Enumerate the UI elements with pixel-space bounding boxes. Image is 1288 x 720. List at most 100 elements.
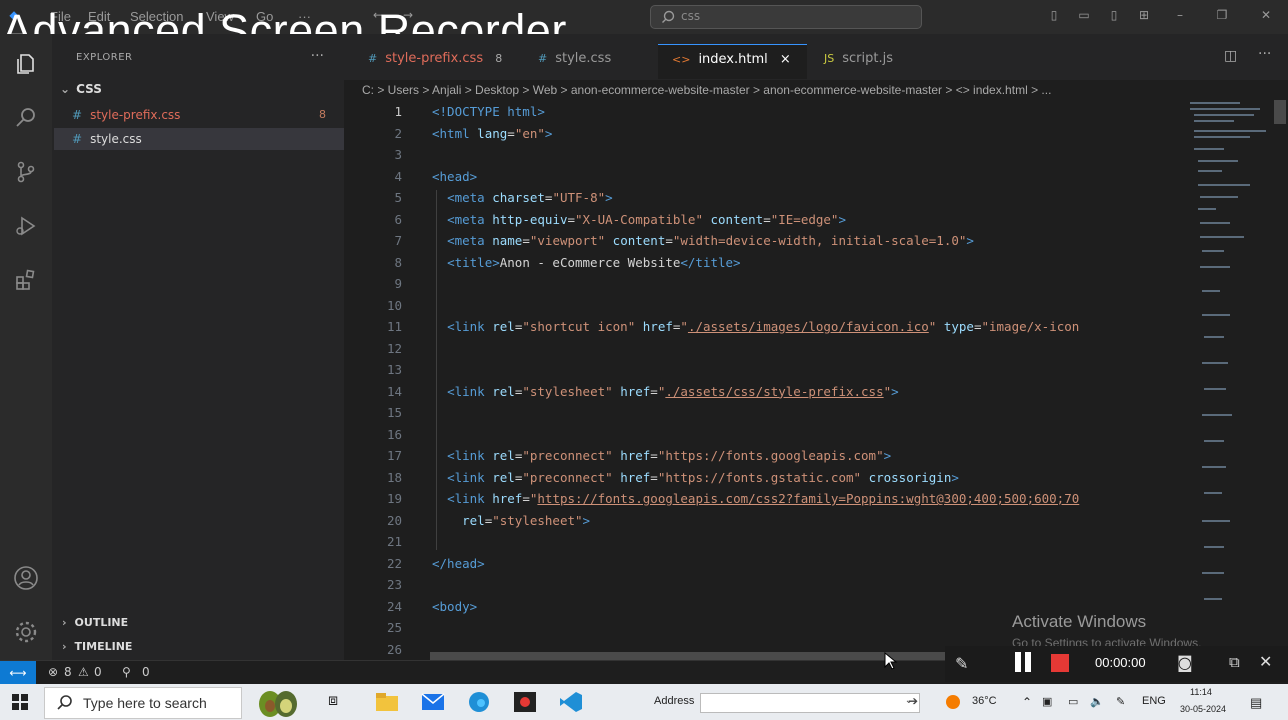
warnings-icon[interactable]: ⚠ <box>78 665 89 679</box>
code-line[interactable]: <!DOCTYPE html> <box>432 104 545 119</box>
code-line[interactable]: <html lang="en"> <box>432 126 552 141</box>
line-number: 18 <box>386 469 402 485</box>
account-icon[interactable] <box>12 564 40 592</box>
code-line[interactable]: <meta http-equiv="X-UA-Compatible" conte… <box>432 212 846 227</box>
close-window-icon[interactable]: ✕ <box>1258 8 1274 22</box>
file-style-prefix-css[interactable]: # style-prefix.css 8 <box>54 104 344 126</box>
code-line[interactable]: <meta charset="UTF-8"> <box>432 190 613 205</box>
line-number: 2 <box>394 125 402 141</box>
line-number: 13 <box>386 362 402 377</box>
command-center-search[interactable]: css <box>650 5 922 29</box>
clock-date[interactable]: 30-05-2024 <box>1180 704 1226 714</box>
line-number: 23 <box>386 577 402 592</box>
windows-start-icon[interactable] <box>12 694 28 710</box>
remote-indicator-icon[interactable]: ⟷ <box>0 661 36 685</box>
file-explorer-icon[interactable] <box>374 690 400 714</box>
split-editor-icon[interactable]: ◫ <box>1224 48 1237 64</box>
explorer-more-icon[interactable]: ··· <box>311 48 324 64</box>
settings-gear-icon[interactable] <box>12 618 40 646</box>
timeline-section[interactable]: › TIMELINE <box>62 640 132 653</box>
run-debug-icon[interactable] <box>12 212 40 240</box>
close-recorder-icon[interactable]: ✕ <box>1259 652 1272 671</box>
code-line[interactable]: <body> <box>432 599 477 614</box>
editor-more-icon[interactable]: ··· <box>1258 46 1271 62</box>
code-editor[interactable]: 1 <!DOCTYPE html> 2 <html lang="en"> 3 4 <head… <box>344 100 1184 657</box>
ports-count[interactable]: 0 <box>142 665 150 679</box>
line-number: 5 <box>394 190 402 205</box>
line-number: 15 <box>386 405 402 420</box>
toggle-panel-icon[interactable]: ▭ <box>1076 8 1092 22</box>
code-line[interactable]: <link rel="preconnect" href="https://fon… <box>432 470 959 485</box>
minimap[interactable] <box>1186 100 1276 620</box>
stop-record-icon[interactable] <box>1051 654 1069 672</box>
folder-css[interactable]: ⌄ CSS <box>60 82 102 96</box>
tab-index-html[interactable]: <> index.html × <box>658 44 807 79</box>
line-number: 20 <box>386 512 402 528</box>
tray-app-icon[interactable]: ▣ <box>1042 695 1052 708</box>
taskbar-search-box[interactable]: Type here to search <box>44 687 242 719</box>
code-line[interactable]: </head> <box>432 556 485 571</box>
code-line[interactable]: <link href="https://fonts.googleapis.com… <box>432 491 1079 506</box>
temperature-readout[interactable]: 36°C <box>972 695 997 707</box>
camera-icon[interactable]: ◙ <box>1177 653 1193 672</box>
volume-icon[interactable]: 🔈 <box>1090 695 1104 708</box>
vscode-taskbar-icon[interactable] <box>558 690 584 714</box>
notifications-icon[interactable]: ▤ <box>1250 695 1262 711</box>
code-line[interactable]: <title>Anon - eCommerce Website</title> <box>432 255 741 270</box>
ports-icon[interactable]: ⚲ <box>122 665 131 679</box>
code-line[interactable]: <link rel="preconnect" href="https://fon… <box>432 448 891 463</box>
minimize-icon[interactable]: – <box>1172 8 1188 22</box>
code-line[interactable]: <meta name="viewport" content="width=dev… <box>432 233 974 248</box>
line-number: 4 <box>394 168 402 184</box>
code-line[interactable]: <head> <box>432 169 477 184</box>
weather-sun-icon[interactable] <box>944 693 962 711</box>
network-icon[interactable]: ▭ <box>1068 695 1078 708</box>
tab-script-js[interactable]: JS script.js <box>810 44 909 78</box>
input-language[interactable]: ENG <box>1142 695 1166 707</box>
customize-layout-icon[interactable]: ⊞ <box>1136 8 1152 22</box>
source-control-icon[interactable] <box>12 158 40 186</box>
code-line[interactable]: rel="stylesheet"> <box>432 513 590 528</box>
search-sidebar-icon[interactable] <box>12 104 40 132</box>
editor-tabs: # style-prefix.css 8 # style.css <> index.h… <box>344 34 1288 80</box>
task-view-icon[interactable]: ⧈ <box>328 690 354 714</box>
pause-icon[interactable] <box>1015 652 1021 672</box>
code-line[interactable]: <link rel="stylesheet" href="./assets/cs… <box>432 384 899 399</box>
recorder-toolbar: ✎ 00:00:00 ◙ ⧉ ✕ <box>945 646 1288 682</box>
outline-section[interactable]: › OUTLINE <box>62 616 128 629</box>
line-number: 10 <box>386 297 402 313</box>
edge-browser-icon[interactable] <box>466 690 492 714</box>
errors-icon[interactable]: ⊗ <box>48 665 58 679</box>
warning-count[interactable]: 0 <box>94 665 102 679</box>
minimize-recorder-icon[interactable]: ⧉ <box>1229 653 1240 671</box>
problem-badge: 8 <box>319 108 326 121</box>
toggle-sidebar-icon[interactable]: ▯ <box>1046 8 1062 22</box>
toggle-secondary-sidebar-icon[interactable]: ▯ <box>1106 8 1122 22</box>
pen-tray-icon[interactable]: ✎ <box>1116 695 1125 708</box>
avocado-widget-icon[interactable] <box>256 686 300 718</box>
explorer-icon[interactable] <box>12 50 40 78</box>
restore-icon[interactable]: ❐ <box>1214 8 1230 22</box>
code-line[interactable]: <link rel="shortcut icon" href="./assets… <box>432 319 1079 334</box>
line-number: 19 <box>386 491 402 506</box>
vertical-scrollbar[interactable] <box>1274 100 1286 124</box>
recorder-app-icon[interactable] <box>512 690 538 714</box>
html-file-icon: <> <box>672 53 691 66</box>
chevron-right-icon: › <box>62 640 67 653</box>
go-arrow-icon[interactable]: ➔ <box>908 694 918 708</box>
breadcrumb[interactable]: C: > Users > Anjali > Desktop > Web > an… <box>362 80 1282 100</box>
pen-icon[interactable]: ✎ <box>955 654 968 673</box>
file-style-css[interactable]: # style.css <box>54 128 344 150</box>
clock-time[interactable]: 11:14 <box>1190 687 1212 697</box>
address-input[interactable]: ⌄ <box>700 693 920 713</box>
tab-style-prefix-css[interactable]: # style-prefix.css 8 <box>354 44 518 78</box>
error-count[interactable]: 8 <box>64 665 72 679</box>
show-hidden-icons-chevron[interactable]: ⌃ <box>1022 695 1032 709</box>
extensions-icon[interactable] <box>12 266 40 294</box>
mail-icon[interactable] <box>420 690 446 714</box>
line-number: 22 <box>386 555 402 571</box>
close-tab-icon[interactable]: × <box>780 52 791 67</box>
tab-style-css[interactable]: # style.css <box>524 44 627 78</box>
horizontal-scrollbar[interactable] <box>430 652 950 660</box>
timeline-label: TIMELINE <box>74 640 133 653</box>
